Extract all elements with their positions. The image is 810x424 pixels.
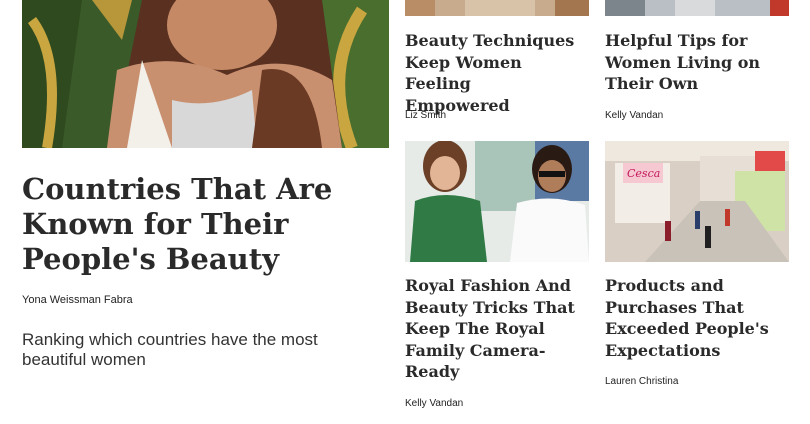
card-image-beauty-techniques[interactable] [405, 0, 589, 16]
feature-article-author[interactable]: Yona Weissman Fabra [22, 294, 133, 306]
card-image-royal-fashion[interactable] [405, 141, 589, 262]
card-title-royal-fashion[interactable]: Royal Fashion And Beauty Tricks That Kee… [405, 275, 580, 383]
card-image-helpful-tips[interactable] [605, 0, 789, 16]
mall-store-sign: Cesca [627, 167, 660, 180]
feature-article-description: Ranking which countries have the most be… [22, 330, 318, 369]
card-author-royal-fashion[interactable]: Kelly Vandan [405, 398, 463, 409]
card-image-products-purchases[interactable]: Cesca [605, 141, 789, 262]
feature-article-image[interactable] [22, 0, 389, 148]
card-author-helpful-tips[interactable]: Kelly Vandan [605, 110, 663, 121]
card-photo: Cesca [605, 141, 789, 262]
card-author-beauty-techniques[interactable]: Liz Smith [405, 110, 446, 121]
card-author-products-purchases[interactable]: Lauren Christina [605, 376, 678, 387]
card-title-helpful-tips[interactable]: Helpful Tips for Women Living on Their O… [605, 30, 780, 95]
feature-photo [22, 0, 389, 148]
card-photo [405, 0, 589, 16]
card-title-beauty-techniques[interactable]: Beauty Techniques Keep Women Feeling Emp… [405, 30, 580, 116]
card-title-products-purchases[interactable]: Products and Purchases That Exceeded Peo… [605, 275, 785, 361]
feature-article-title[interactable]: Countries That Are Known for Their Peopl… [22, 172, 362, 277]
card-photo [605, 0, 789, 16]
card-photo [405, 141, 589, 262]
